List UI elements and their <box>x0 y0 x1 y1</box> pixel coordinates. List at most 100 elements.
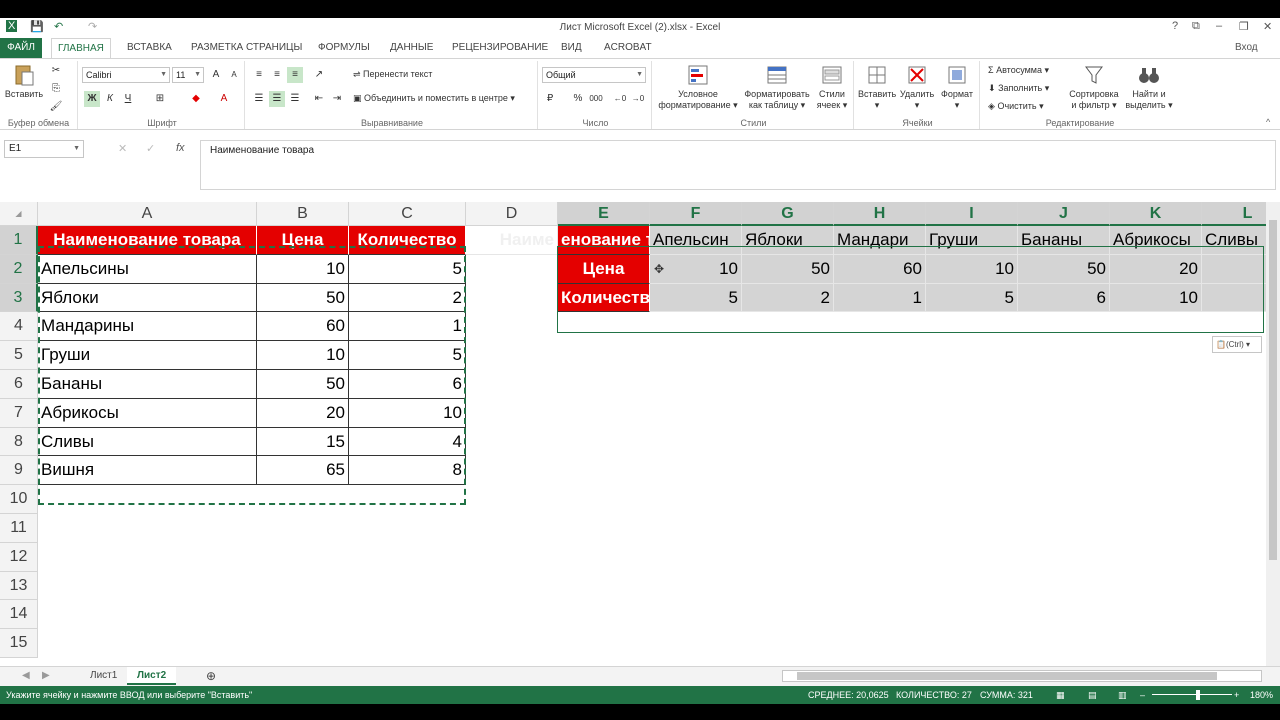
row-header[interactable]: 1 <box>0 226 38 255</box>
cell[interactable]: 2 <box>349 283 466 313</box>
paste-options-button[interactable]: 📋(Ctrl) ▾ <box>1212 336 1262 353</box>
find-select-button[interactable]: Найти и выделить ▾ <box>1124 63 1174 111</box>
align-right-icon[interactable]: ☰ <box>287 91 303 107</box>
delete-cells-button[interactable]: Удалить ▾ <box>898 63 936 111</box>
enter-icon[interactable]: ✓ <box>146 142 155 155</box>
borders-icon[interactable]: ⊞ <box>152 91 168 107</box>
sort-filter-button[interactable]: Сортировка и фильтр ▾ <box>1066 63 1122 111</box>
row-header[interactable]: 10 <box>0 485 38 514</box>
sign-in-link[interactable]: Вход <box>1235 38 1258 58</box>
cell[interactable]: 50 <box>257 370 349 399</box>
cell[interactable]: Бананы <box>38 370 257 399</box>
cell[interactable]: Наиме <box>466 226 558 255</box>
paste-button[interactable]: Вставить <box>3 63 45 100</box>
name-box[interactable]: E1 ▼ <box>4 140 84 158</box>
cell[interactable]: Количеств <box>558 283 650 313</box>
cell[interactable]: 65 <box>257 456 349 486</box>
cell[interactable]: 6 <box>349 370 466 399</box>
align-middle-icon[interactable]: ≡ <box>269 67 285 83</box>
cut-icon[interactable]: ✂ <box>48 63 64 79</box>
clear-button[interactable]: ◈ Очистить ▾ <box>988 101 1044 112</box>
column-header-c[interactable]: C <box>349 202 466 226</box>
column-header-l[interactable]: L <box>1202 202 1266 226</box>
close-button[interactable]: ✕ <box>1263 20 1272 33</box>
tab-formulas[interactable]: ФОРМУЛЫ <box>318 38 370 58</box>
cell[interactable]: 20 <box>1110 254 1202 284</box>
row-header[interactable]: 7 <box>0 398 38 428</box>
column-header-a[interactable]: A <box>38 202 257 226</box>
column-header-g[interactable]: G <box>742 202 834 226</box>
cell[interactable]: 8 <box>349 456 466 486</box>
bold-button[interactable]: Ж <box>84 91 100 107</box>
formula-input[interactable]: Наименование товара <box>200 140 1276 190</box>
cell[interactable]: 10 <box>1110 283 1202 313</box>
merge-center-button[interactable]: ▣ Объединить и поместить в центре ▾ <box>353 93 515 104</box>
cell[interactable]: Цена <box>257 226 349 255</box>
font-color-icon[interactable]: A <box>216 91 232 107</box>
cell[interactable]: 6 <box>1018 283 1110 313</box>
wrap-text-button[interactable]: ⇌ Перенести текст <box>353 69 432 80</box>
horizontal-scrollbar[interactable] <box>782 670 1262 682</box>
cell[interactable]: Сливы <box>1202 226 1266 255</box>
cell[interactable]: енование т <box>558 226 650 255</box>
tab-page-layout[interactable]: РАЗМЕТКА СТРАНИЦЫ <box>191 38 302 58</box>
cell-styles-button[interactable]: Стили ячеек ▾ <box>814 63 850 111</box>
cell[interactable]: 1 <box>349 312 466 342</box>
cell[interactable]: 5 <box>349 254 466 284</box>
cell[interactable]: Вишня <box>38 456 257 486</box>
sheet-tab-1[interactable]: Лист1 <box>80 667 127 685</box>
cell[interactable]: Груши <box>38 341 257 370</box>
thousands-button[interactable]: 000 <box>588 91 604 107</box>
minimize-button[interactable]: – <box>1216 20 1222 32</box>
cell[interactable]: Груши <box>926 226 1018 255</box>
percent-button[interactable]: % <box>570 91 586 107</box>
format-painter-icon[interactable]: 🖌 <box>48 99 64 115</box>
decrease-indent-icon[interactable]: ⇤ <box>311 91 327 107</box>
column-header-d[interactable]: D <box>466 202 558 226</box>
page-layout-view-icon[interactable]: ▤ <box>1088 686 1097 704</box>
cell[interactable]: Мандари <box>834 226 926 255</box>
cell[interactable]: Сливы <box>38 427 257 457</box>
orientation-icon[interactable]: ↗ <box>311 67 327 83</box>
select-all-corner[interactable]: ◢ <box>0 202 38 226</box>
zoom-slider[interactable] <box>1152 694 1232 695</box>
cell[interactable]: Абрикосы <box>1110 226 1202 255</box>
cell[interactable]: 60 <box>834 254 926 284</box>
tab-view[interactable]: ВИД <box>561 38 582 58</box>
italic-button[interactable]: К <box>102 91 118 107</box>
tab-insert[interactable]: ВСТАВКА <box>127 38 172 58</box>
cell[interactable]: 10 <box>257 254 349 284</box>
scrollbar-thumb[interactable] <box>797 672 1217 680</box>
sheet-tab-2[interactable]: Лист2 <box>127 667 177 685</box>
fill-color-icon[interactable]: ◆ <box>188 91 204 107</box>
cell[interactable]: 50 <box>742 254 834 284</box>
row-header[interactable]: 14 <box>0 600 38 630</box>
cell[interactable]: Наименование товара <box>38 226 257 255</box>
cell[interactable]: 2 <box>742 283 834 313</box>
cell[interactable]: Мандарины <box>38 312 257 342</box>
number-format-combo[interactable]: Общий ▼ <box>542 67 646 83</box>
cell[interactable] <box>1202 254 1266 284</box>
cell[interactable]: 10 <box>349 398 466 428</box>
tab-acrobat[interactable]: ACROBAT <box>604 38 652 58</box>
fill-button[interactable]: ⬇ Заполнить ▾ <box>988 83 1049 94</box>
zoom-slider-thumb[interactable] <box>1196 690 1200 700</box>
tab-file[interactable]: ФАЙЛ <box>0 38 42 58</box>
align-bottom-icon[interactable]: ≡ <box>287 67 303 83</box>
row-header[interactable]: 6 <box>0 370 38 399</box>
row-header[interactable]: 4 <box>0 312 38 342</box>
row-header[interactable]: 3 <box>0 283 38 313</box>
cell[interactable]: Абрикосы <box>38 398 257 428</box>
cell[interactable]: 5 <box>926 283 1018 313</box>
cell[interactable]: 1 <box>834 283 926 313</box>
column-header-j[interactable]: J <box>1018 202 1110 226</box>
collapse-ribbon-icon[interactable]: ^ <box>1266 117 1270 127</box>
zoom-level[interactable]: 180% <box>1250 686 1273 704</box>
cell[interactable]: 50 <box>1018 254 1110 284</box>
column-header-b[interactable]: B <box>257 202 349 226</box>
cell[interactable]: Бананы <box>1018 226 1110 255</box>
format-as-table-button[interactable]: Форматировать как таблицу ▾ <box>742 63 812 111</box>
cell[interactable]: 10 <box>257 341 349 370</box>
cell[interactable]: 20 <box>257 398 349 428</box>
cell[interactable] <box>1202 283 1266 313</box>
